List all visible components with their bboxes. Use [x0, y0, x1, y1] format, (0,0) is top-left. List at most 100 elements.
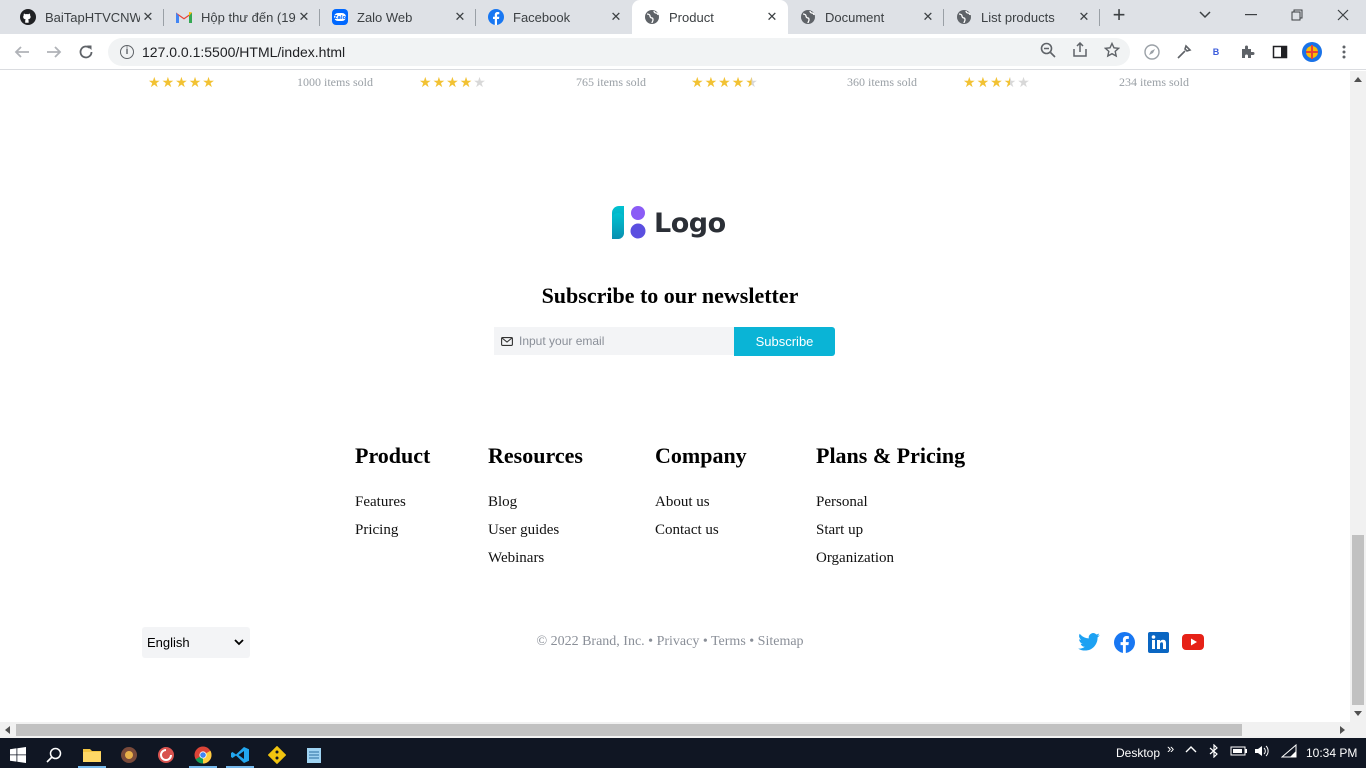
- product-rating: ★ ★ ★ ★ ★: [148, 75, 215, 89]
- newsletter-form: Input your email Subscribe: [494, 327, 835, 356]
- star-empty-icon: ★: [473, 74, 486, 90]
- close-window-button[interactable]: [1320, 0, 1366, 30]
- globe-icon: [800, 9, 816, 25]
- footer-link-organization[interactable]: Organization: [816, 549, 965, 577]
- restore-button[interactable]: [1274, 0, 1320, 30]
- file-explorer-icon[interactable]: [74, 741, 110, 768]
- puzzle-extensions-icon[interactable]: [1238, 42, 1258, 62]
- linkedin-icon[interactable]: [1146, 630, 1170, 654]
- facebook-icon[interactable]: [1112, 630, 1136, 654]
- chevron-up-icon[interactable]: [1185, 742, 1197, 761]
- mail-icon: [501, 336, 513, 346]
- tab-product[interactable]: Product ✕: [632, 0, 788, 34]
- vertical-scrollbar[interactable]: [1350, 71, 1366, 722]
- address-bar[interactable]: i 127.0.0.1:5500/HTML/index.html: [108, 38, 1130, 66]
- tab-gmail[interactable]: Hộp thư đến (19) ✕: [164, 0, 320, 34]
- scroll-up-arrow-icon[interactable]: [1354, 77, 1362, 82]
- browser-toolbar: i 127.0.0.1:5500/HTML/index.html B: [0, 34, 1366, 70]
- tab-facebook[interactable]: Facebook ✕: [476, 0, 632, 34]
- chevron-double-right-icon[interactable]: »: [1167, 741, 1174, 756]
- footer-link-about-us[interactable]: About us: [655, 493, 747, 521]
- vscode-icon[interactable]: [222, 741, 258, 768]
- search-icon[interactable]: [36, 741, 72, 768]
- footer-link-blog[interactable]: Blog: [488, 493, 583, 521]
- close-tab-icon[interactable]: ✕: [920, 9, 936, 25]
- footer-link-start-up[interactable]: Start up: [816, 521, 965, 549]
- tab-title: Product: [669, 9, 714, 25]
- close-tab-icon[interactable]: ✕: [296, 9, 312, 25]
- clock[interactable]: 10:34 PM: [1306, 746, 1357, 760]
- close-tab-icon[interactable]: ✕: [764, 9, 780, 25]
- scroll-right-arrow-icon[interactable]: [1340, 726, 1345, 734]
- app-icon[interactable]: [111, 741, 147, 768]
- footer-link-webinars[interactable]: Webinars: [488, 549, 583, 577]
- info-icon[interactable]: i: [120, 45, 134, 59]
- tab-title: Facebook: [513, 9, 571, 25]
- tab-separator: [1099, 9, 1100, 26]
- desktop-toolbar-label[interactable]: Desktop: [1116, 746, 1160, 760]
- reload-button[interactable]: [74, 40, 98, 64]
- chevron-down-icon: [1199, 11, 1211, 19]
- youtube-icon[interactable]: [1181, 630, 1205, 654]
- tab-list-products[interactable]: List products ✕: [944, 0, 1100, 34]
- tab-document[interactable]: Document ✕: [788, 0, 944, 34]
- email-input[interactable]: Input your email: [494, 327, 734, 355]
- scroll-left-arrow-icon[interactable]: [5, 726, 10, 734]
- newsletter-title: Subscribe to our newsletter: [541, 283, 799, 308]
- eyedropper-extension-icon[interactable]: [1174, 42, 1194, 62]
- minimize-button[interactable]: [1228, 0, 1274, 30]
- footer-link-pricing[interactable]: Pricing: [355, 521, 430, 549]
- chrome-icon[interactable]: [185, 741, 221, 768]
- profile-avatar[interactable]: [1302, 42, 1322, 62]
- notepad-icon[interactable]: [296, 741, 332, 768]
- volume-icon[interactable]: [1254, 744, 1270, 761]
- wifi-icon[interactable]: [1280, 743, 1297, 761]
- logo[interactable]: Logo: [612, 205, 726, 241]
- product-rating: ★ ★ ★ ★ ★: [963, 75, 1030, 89]
- star-full-icon: ★: [718, 74, 731, 90]
- arrow-right-icon: [47, 46, 62, 58]
- star-full-icon: ★: [419, 74, 432, 90]
- footer-link-features[interactable]: Features: [355, 493, 430, 521]
- page-content: ★ ★ ★ ★ ★ 1000 items sold ★ ★ ★ ★ ★ 765 items so…: [0, 71, 1350, 722]
- close-tab-icon[interactable]: ✕: [1076, 9, 1092, 25]
- footer-link-user-guides[interactable]: User guides: [488, 521, 583, 549]
- side-panel-icon[interactable]: [1270, 42, 1290, 62]
- git-icon[interactable]: [259, 741, 295, 768]
- close-tab-icon[interactable]: ✕: [608, 9, 624, 25]
- reload-icon: [79, 45, 93, 59]
- back-button[interactable]: [10, 40, 34, 64]
- footer-link-contact-us[interactable]: Contact us: [655, 521, 747, 549]
- scroll-down-arrow-icon[interactable]: [1354, 711, 1362, 716]
- compass-extension-icon[interactable]: [1142, 42, 1162, 62]
- subscribe-button[interactable]: Subscribe: [734, 327, 835, 356]
- windows-start-icon[interactable]: [0, 741, 36, 768]
- horizontal-scroll-thumb[interactable]: [16, 724, 1242, 736]
- tab-search-button[interactable]: [1182, 0, 1228, 30]
- b-extension-icon[interactable]: B: [1206, 42, 1226, 62]
- new-tab-button[interactable]: +: [1108, 4, 1130, 27]
- footer-link-personal[interactable]: Personal: [816, 493, 965, 521]
- footer-column-plans: Plans & Pricing Personal Start up Organi…: [816, 443, 965, 577]
- bluetooth-icon[interactable]: [1209, 743, 1219, 761]
- horizontal-scrollbar[interactable]: [0, 722, 1366, 738]
- close-tab-icon[interactable]: ✕: [452, 9, 468, 25]
- share-icon[interactable]: [1070, 40, 1090, 60]
- footer-column-resources: Resources Blog User guides Webinars: [488, 443, 583, 577]
- items-sold: 765 items sold: [576, 75, 647, 89]
- twitter-icon[interactable]: [1077, 630, 1101, 654]
- bookmark-star-icon[interactable]: [1102, 40, 1122, 60]
- vertical-scroll-thumb[interactable]: [1352, 535, 1364, 705]
- star-full-icon: ★: [202, 74, 215, 90]
- tab-zalo[interactable]: Zalo Zalo Web ✕: [320, 0, 476, 34]
- more-menu-icon[interactable]: [1334, 42, 1354, 62]
- forward-button[interactable]: [42, 40, 66, 64]
- close-tab-icon[interactable]: ✕: [140, 9, 156, 25]
- tab-github[interactable]: BaiTapHTVCNWeb ✕: [8, 0, 164, 34]
- star-full-icon: ★: [432, 74, 446, 90]
- product-rating: ★ ★ ★ ★ ★: [419, 75, 486, 89]
- email-placeholder: Input your email: [519, 334, 605, 348]
- app-swirl-icon[interactable]: [148, 741, 184, 768]
- battery-icon[interactable]: [1230, 745, 1248, 760]
- zoom-icon[interactable]: [1038, 40, 1058, 60]
